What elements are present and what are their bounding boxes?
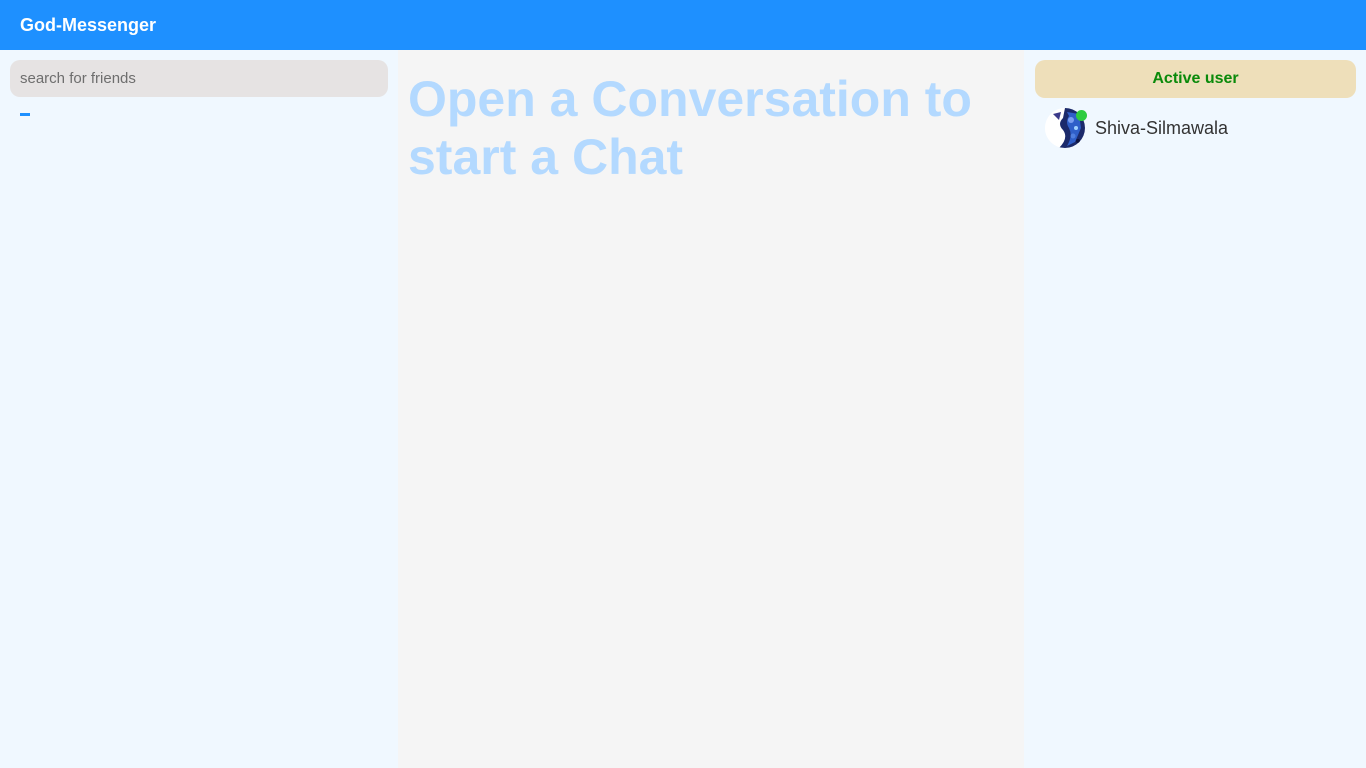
empty-state-heading: Open a Conversation to start a Chat bbox=[408, 71, 972, 185]
friends-sidebar bbox=[0, 50, 398, 768]
active-users-panel: Active user Shiva-Silmawala bbox=[1024, 50, 1366, 768]
avatar bbox=[1045, 108, 1087, 148]
active-user-name: Shiva-Silmawala bbox=[1095, 117, 1229, 138]
active-users-header: Active user bbox=[1035, 60, 1356, 98]
online-status-icon bbox=[1076, 110, 1087, 121]
active-user-item[interactable]: Shiva-Silmawala bbox=[1045, 108, 1228, 148]
app-header: God-Messenger bbox=[0, 0, 1366, 50]
app-title: God-Messenger bbox=[20, 14, 157, 35]
search-input[interactable] bbox=[10, 60, 388, 97]
conversation-area: Open a Conversation to start a Chat bbox=[398, 50, 1024, 768]
friends-list-indicator bbox=[20, 113, 30, 116]
active-users-title: Active user bbox=[1152, 70, 1239, 87]
